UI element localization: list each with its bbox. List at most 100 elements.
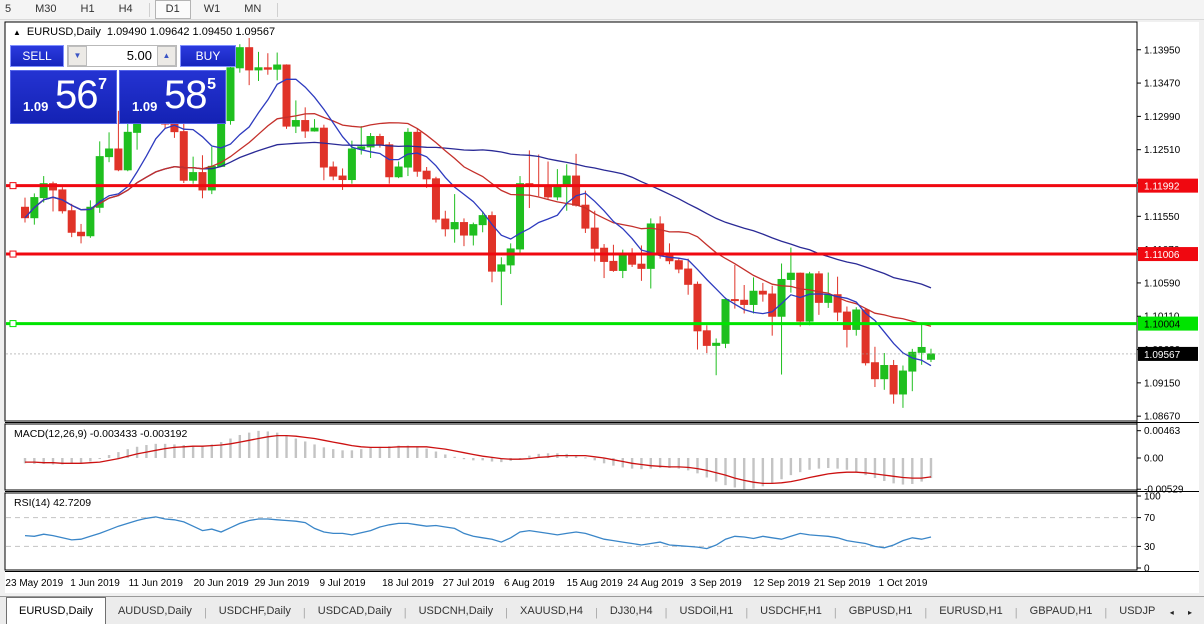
chart-tab-audusd-daily[interactable]: AUDUSD,Daily (106, 598, 204, 624)
candle-body (413, 131, 422, 172)
macd-histogram-bar (191, 445, 195, 458)
candle-body (469, 224, 478, 236)
chart-tab-usdcad-daily[interactable]: USDCAD,Daily (306, 598, 404, 624)
volume-down-icon[interactable]: ▼ (68, 46, 87, 66)
chart-tab-usdoil-h1[interactable]: USDOil,H1 (668, 598, 746, 624)
candle-body (217, 120, 226, 167)
candle-body (730, 299, 739, 302)
chart-tab-usdjp[interactable]: USDJP (1107, 598, 1167, 624)
candle-body (590, 227, 599, 249)
candle-body (385, 144, 394, 178)
macd-histogram-bar (135, 446, 139, 458)
buy-price-box[interactable]: 1.09 58 5 (119, 70, 226, 124)
collapse-triangle-icon[interactable]: ▲ (13, 28, 21, 37)
candle-body (114, 148, 123, 171)
macd-histogram-bar (117, 452, 120, 458)
macd-histogram-bar (724, 458, 727, 486)
chart-tab-usdchf-daily[interactable]: USDCHF,Daily (207, 598, 303, 624)
candle-body (740, 299, 749, 305)
macd-histogram-bar (229, 438, 232, 458)
candle-body (861, 309, 870, 364)
sell-button[interactable]: SELL (10, 45, 64, 67)
chart-tab-gbpaud-h1[interactable]: GBPAUD,H1 (1018, 598, 1105, 624)
candle-body (179, 131, 188, 181)
buy-price-pip: 5 (207, 76, 216, 93)
macd-histogram-bar (929, 458, 933, 479)
macd-histogram-bar (173, 444, 176, 458)
macd-histogram-bar (322, 447, 326, 458)
macd-histogram-bar (210, 444, 213, 458)
macd-indicator-label: MACD(12,26,9) -0.003433 -0.003192 (14, 428, 188, 440)
chart-tab-xauusd-h4[interactable]: XAUUSD,H4 (508, 598, 595, 624)
macd-histogram-bar (257, 430, 260, 458)
macd-histogram-bar (836, 458, 839, 469)
macd-histogram-bar (247, 432, 251, 458)
macd-histogram-bar (304, 441, 307, 458)
candle-body (338, 175, 347, 181)
line-anchor-handle[interactable] (9, 250, 17, 258)
macd-histogram-bar (462, 458, 466, 460)
macd-histogram-bar (705, 458, 709, 478)
macd-histogram-bar (266, 431, 270, 458)
line-anchor-handle[interactable] (9, 182, 17, 190)
candle-body (712, 342, 721, 346)
macd-histogram-bar (686, 458, 690, 471)
line-anchor-handle[interactable] (9, 320, 17, 328)
candle-body (618, 254, 627, 271)
candle-body (516, 183, 525, 250)
macd-histogram-bar (883, 458, 886, 482)
macd-histogram-bar (901, 458, 905, 485)
chart-tab-gbpusd-h1[interactable]: GBPUSD,H1 (837, 598, 925, 624)
trade-panel-top-row: SELL ▼ 5.00 ▲ BUY (10, 45, 236, 67)
macd-histogram-bar (892, 458, 895, 484)
candle-body (674, 260, 683, 270)
candle-body (245, 47, 254, 71)
price-axis-label: 1.13470 (1144, 79, 1181, 90)
macd-histogram-bar (378, 446, 382, 458)
candle-body (852, 309, 861, 330)
macd-histogram-bar (742, 458, 746, 490)
macd-histogram-bar (294, 438, 298, 458)
buy-button[interactable]: BUY (180, 45, 236, 67)
macd-histogram-bar (584, 457, 587, 459)
date-axis-label: 29 Jun 2019 (254, 578, 309, 589)
chart-tab-dj30-h4[interactable]: DJ30,H4 (598, 598, 665, 624)
candle-body (702, 330, 711, 346)
macd-histogram-bar (425, 448, 428, 458)
volume-spinner: ▼ 5.00 ▲ (67, 45, 177, 67)
macd-histogram-bar (808, 458, 811, 470)
candle-body (656, 223, 665, 255)
candle-body (319, 127, 328, 168)
chart-tab-eurusd-daily[interactable]: EURUSD,Daily (6, 597, 106, 624)
sell-price-pip: 7 (98, 76, 107, 93)
sell-price-box[interactable]: 1.09 56 7 (10, 70, 117, 124)
macd-histogram-bar (341, 450, 344, 458)
macd-histogram-bar (714, 458, 718, 482)
axis-price-flag-label: 1.11992 (1144, 182, 1180, 193)
macd-histogram-bar (33, 458, 36, 464)
date-axis-label: 27 Jul 2019 (443, 578, 495, 589)
macd-histogram-bar (640, 458, 643, 470)
volume-input[interactable]: 5.00 (87, 46, 157, 66)
chart-tab-usdchf-h1[interactable]: USDCHF,H1 (748, 598, 834, 624)
macd-histogram-bar (406, 445, 410, 458)
macd-histogram-bar (416, 446, 419, 458)
tab-scroll-arrows-icon[interactable]: ◂ ▸ (1170, 608, 1204, 624)
rsi-pane-border (4, 492, 1138, 571)
candle-body (506, 248, 515, 266)
price-axis-label: 1.11550 (1144, 212, 1180, 223)
rsi-axis-label: 100 (1144, 492, 1161, 503)
macd-histogram-bar (238, 434, 242, 458)
date-axis-label: 21 Sep 2019 (814, 578, 871, 589)
chart-tab-eurusd-h1[interactable]: EURUSD,H1 (927, 598, 1015, 624)
volume-up-icon[interactable]: ▲ (157, 46, 176, 66)
current-price-flag-label: 1.09567 (1144, 350, 1181, 361)
candle-body (329, 166, 338, 177)
price-axis-label: 1.13950 (1144, 45, 1181, 56)
candle-body (77, 231, 86, 237)
date-axis-label: 6 Aug 2019 (504, 578, 555, 589)
chart-tab-usdcnh-daily[interactable]: USDCNH,Daily (407, 598, 506, 624)
candle-body (497, 264, 506, 272)
chart-tab-bar: EURUSD,Daily AUDUSD,Daily | USDCHF,Daily | US… (0, 596, 1204, 624)
candle-body (824, 294, 833, 303)
